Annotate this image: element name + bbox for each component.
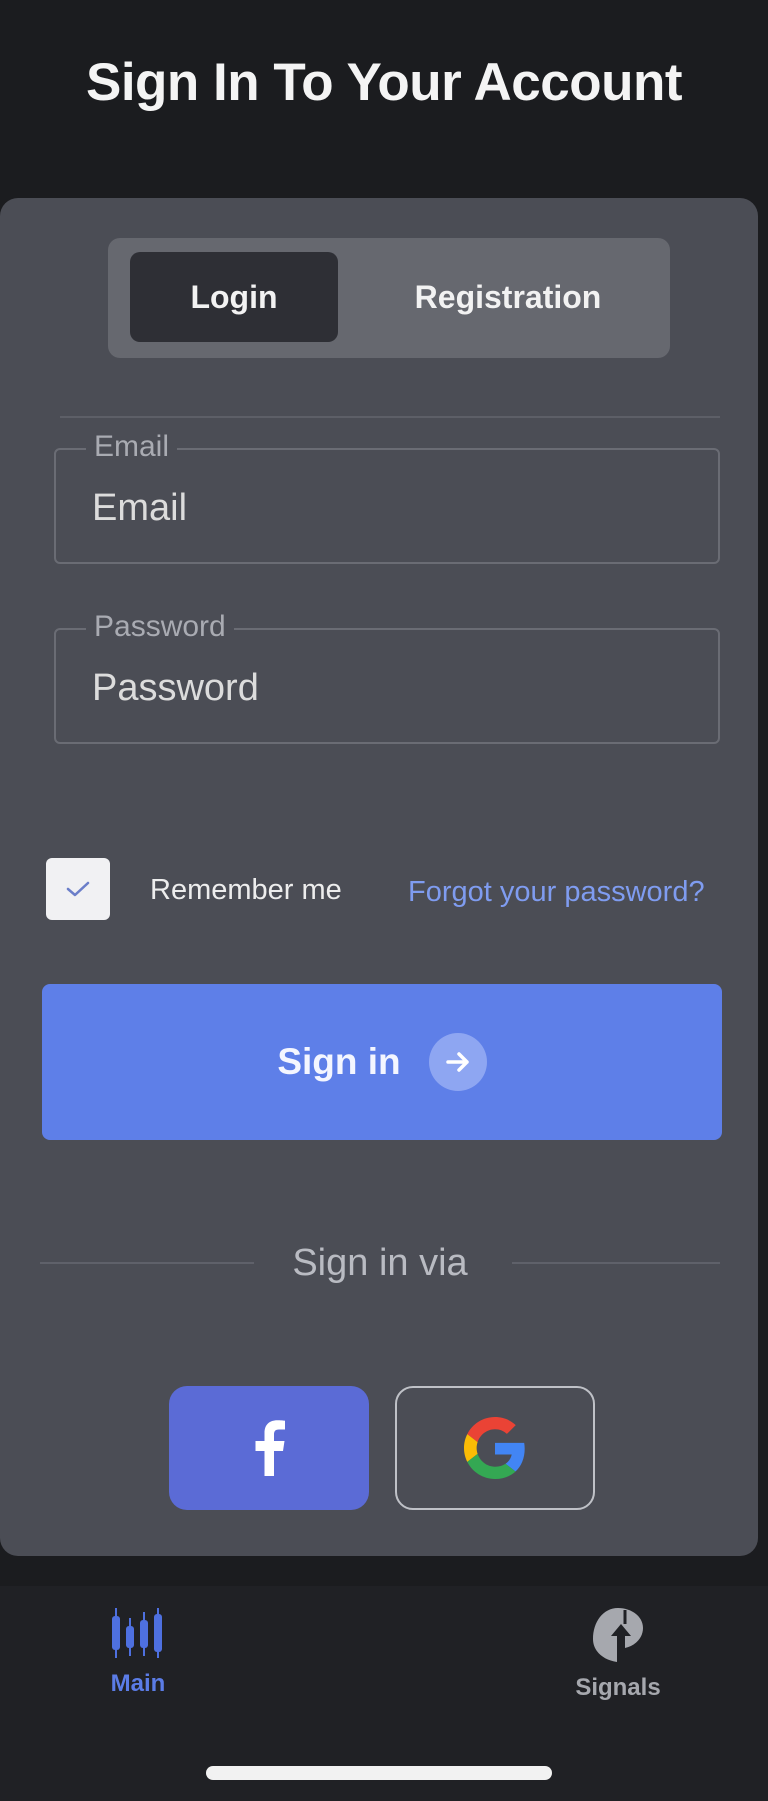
nav-label-main: Main bbox=[110, 1670, 166, 1697]
google-login-button[interactable] bbox=[395, 1386, 595, 1510]
nav-item-main[interactable]: Main bbox=[68, 1606, 208, 1716]
remember-me-checkbox[interactable] bbox=[46, 858, 110, 920]
forgot-password-link[interactable]: Forgot your password? bbox=[408, 876, 705, 909]
auth-tab-switcher: Login Registration bbox=[108, 238, 670, 358]
password-input[interactable] bbox=[92, 664, 692, 712]
facebook-icon bbox=[255, 1420, 285, 1476]
page-title: Sign In To Your Account bbox=[85, 53, 683, 112]
sign-in-card: Login Registration Email Password Rememb… bbox=[0, 198, 758, 1556]
email-field: Email bbox=[54, 430, 720, 564]
password-label: Password bbox=[86, 610, 234, 644]
sign-in-via-divider: Sign in via bbox=[40, 1238, 720, 1288]
candlestick-chart-icon bbox=[112, 1608, 162, 1658]
arrow-right-icon bbox=[428, 1033, 487, 1091]
divider bbox=[60, 416, 720, 418]
email-input[interactable] bbox=[92, 484, 692, 532]
tab-login[interactable]: Login bbox=[130, 252, 338, 342]
signals-icon bbox=[593, 1608, 643, 1662]
tab-registration[interactable]: Registration bbox=[358, 252, 658, 342]
divider-line-right bbox=[512, 1262, 720, 1264]
remember-me-label: Remember me bbox=[150, 874, 342, 906]
sign-in-label: Sign in bbox=[277, 1041, 401, 1082]
email-label: Email bbox=[86, 430, 178, 464]
facebook-login-button[interactable] bbox=[169, 1386, 369, 1510]
nav-item-signals[interactable]: Signals bbox=[548, 1606, 688, 1716]
google-icon bbox=[464, 1417, 525, 1479]
checkmark-icon bbox=[66, 881, 90, 897]
home-indicator bbox=[206, 1766, 552, 1780]
nav-label-signals: Signals bbox=[575, 1674, 661, 1701]
password-field: Password bbox=[54, 610, 720, 744]
sign-in-button[interactable]: Sign in bbox=[42, 984, 722, 1140]
